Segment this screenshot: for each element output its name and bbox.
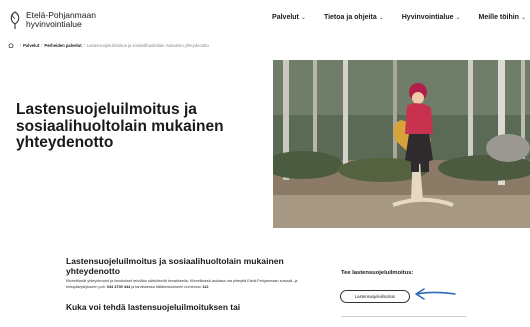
- logo-line-2: hyvinvointialue: [26, 19, 82, 29]
- breadcrumb-separator: /: [20, 43, 22, 48]
- emergency-number[interactable]: 112: [202, 285, 208, 289]
- chevron-down-icon: ⌄: [455, 15, 461, 21]
- nav-item-tietoa[interactable]: Tietoa ja ohjeita ⌄: [324, 14, 384, 21]
- main-nav: Palvelut ⌄ Tietoa ja ohjeita ⌄ Hyvinvoin…: [272, 14, 526, 21]
- arrow-left-icon: [415, 288, 456, 300]
- logo-text: Etelä-Pohjanmaan hyvinvointialue: [26, 11, 96, 29]
- breadcrumb-link-perheiden-palvelut[interactable]: Perheiden palvelut: [44, 43, 81, 48]
- section-heading: Kuka voi tehdä lastensuojeluilmoituksen …: [66, 302, 241, 312]
- breadcrumb-current: Lastensuojeluilmoitus ja sosiaalihuoltol…: [86, 43, 209, 48]
- site-logo[interactable]: Etelä-Pohjanmaan hyvinvointialue: [8, 10, 96, 30]
- breadcrumb: / Palvelut / Perheiden palvelut / Lasten…: [8, 43, 209, 48]
- report-call-to-action-label: Tee lastensuojeluilmoitus:: [341, 270, 414, 276]
- nav-item-meille-toihin[interactable]: Meille töihin ⌄: [479, 14, 526, 21]
- site-header: Etelä-Pohjanmaan hyvinvointialue Palvelu…: [0, 0, 530, 40]
- nav-item-label: Tietoa ja ohjeita: [323, 14, 377, 21]
- intro-paragraph: Kiireettömät yhteydenotot ja ilmoitukset…: [66, 279, 311, 290]
- intro-text-1: Kiireettömät yhteydenotot ja ilmoitukset…: [66, 279, 232, 283]
- report-button[interactable]: Lastensuojeluilmoitus: [340, 290, 410, 303]
- divider: [341, 316, 466, 317]
- logo-leaf-icon: [10, 11, 20, 29]
- hero-photo-child-on-rocking-horse: [273, 60, 530, 228]
- page-title: Lastensuojeluilmoitus ja sosiaalihuoltol…: [16, 101, 224, 151]
- breadcrumb-separator: /: [41, 43, 43, 48]
- chevron-down-icon: ⌄: [520, 15, 526, 21]
- breadcrumb-link-palvelut[interactable]: Palvelut: [23, 43, 39, 48]
- intro-text-4: hätäkeskukseen numeroon: [155, 284, 202, 289]
- chevron-down-icon: ⌄: [300, 15, 306, 21]
- nav-item-label: Meille töihin: [478, 14, 519, 21]
- nav-item-label: Palvelut: [272, 14, 299, 21]
- home-icon[interactable]: [8, 43, 14, 48]
- chevron-down-icon: ⌄: [378, 15, 384, 21]
- nav-item-label: Hyvinvointialue: [401, 14, 454, 21]
- nav-item-palvelut[interactable]: Palvelut ⌄: [272, 14, 306, 21]
- intro-text-3: ja tarvittaessa: [131, 284, 155, 289]
- content-heading: Lastensuojeluilmoitus ja sosiaalihuoltol…: [66, 256, 284, 276]
- crisis-phone-number[interactable]: 044 4700 444: [107, 285, 130, 289]
- nav-item-hyvinvointialue[interactable]: Hyvinvointialue ⌄: [402, 14, 461, 21]
- breadcrumb-separator: /: [83, 43, 85, 48]
